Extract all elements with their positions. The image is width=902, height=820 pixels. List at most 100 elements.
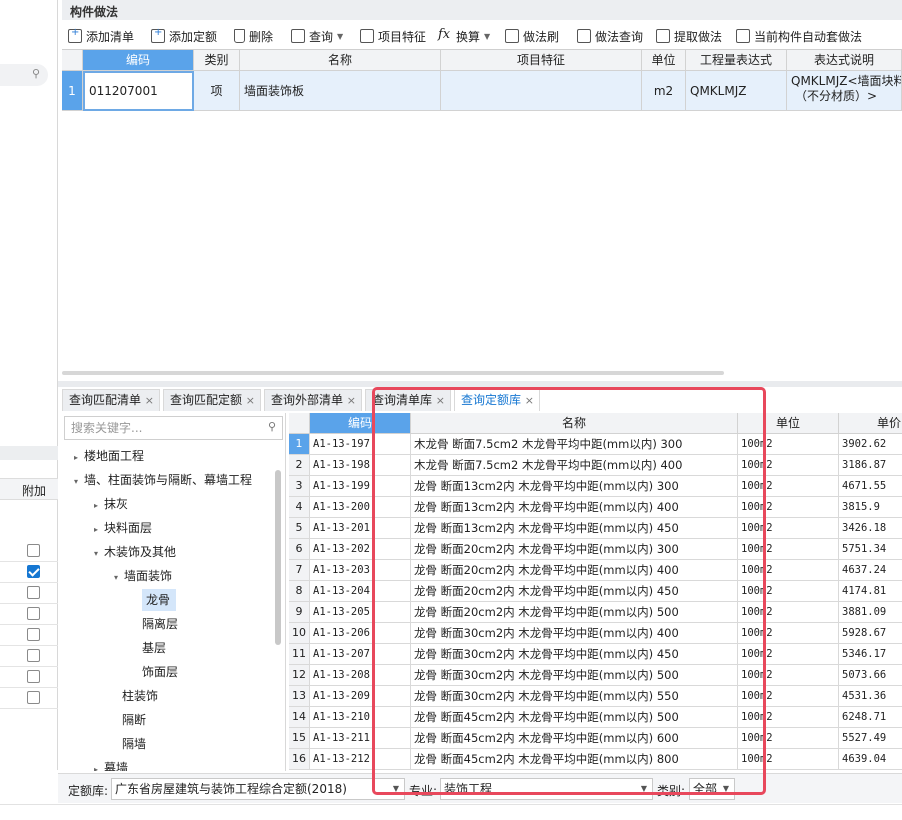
code-cell[interactable]: A1-13-208	[310, 665, 374, 686]
table-row[interactable]: 15 A1-13-211 龙骨 断面45cm2内 木龙骨平均中距(mm以内) 600…	[289, 728, 902, 749]
price-cell[interactable]: 3186.87	[839, 455, 902, 476]
column-header-unit[interactable]: 单位	[738, 413, 839, 434]
name-cell[interactable]: 木龙骨 断面7.5cm2 木龙骨平均中距(mm以内) 300	[411, 434, 738, 455]
blank-cell[interactable]	[374, 749, 411, 770]
price-cell[interactable]: 4174.81	[839, 581, 902, 602]
attach-checkbox[interactable]	[27, 670, 40, 683]
horizontal-scrollbar[interactable]	[62, 371, 724, 375]
row-number[interactable]: 10	[289, 623, 310, 644]
table-row[interactable]: 10 A1-13-206 龙骨 断面30cm2内 木龙骨平均中距(mm以内) 400…	[289, 623, 902, 644]
name-cell[interactable]: 龙骨 断面30cm2内 木龙骨平均中距(mm以内) 500	[411, 665, 738, 686]
code-cell[interactable]: A1-13-204	[310, 581, 374, 602]
column-header-code[interactable]: 编码	[83, 50, 194, 71]
table-row[interactable]: 9 A1-13-205 龙骨 断面20cm2内 木龙骨平均中距(mm以内) 500 1…	[289, 602, 902, 623]
tab-query-matching-list[interactable]: 查询匹配清单 ×	[62, 389, 160, 411]
unit-cell[interactable]: 100m2	[738, 623, 839, 644]
unit-cell[interactable]: 100m2	[738, 602, 839, 623]
tree-node[interactable]: 龙骨	[142, 589, 177, 611]
table-row[interactable]: 1 A1-13-197 木龙骨 断面7.5cm2 木龙骨平均中距(mm以内) 300…	[289, 434, 902, 455]
row-number[interactable]: 9	[289, 602, 310, 623]
code-cell[interactable]: A1-13-198	[310, 455, 374, 476]
unit-cell[interactable]: m2	[642, 71, 686, 111]
tab-query-external-list[interactable]: 查询外部清单 ×	[264, 389, 362, 411]
attach-checkbox[interactable]	[27, 628, 40, 641]
tree-node[interactable]: ▸ 抹灰	[94, 493, 128, 515]
unit-cell[interactable]: 100m2	[738, 644, 839, 665]
name-cell[interactable]: 龙骨 断面20cm2内 木龙骨平均中距(mm以内) 500	[411, 602, 738, 623]
price-cell[interactable]: 3815.9	[839, 497, 902, 518]
price-cell[interactable]: 4531.36	[839, 686, 902, 707]
table-row[interactable]: 5 A1-13-201 龙骨 断面13cm2内 木龙骨平均中距(mm以内) 450 1…	[289, 518, 902, 539]
blank-cell[interactable]	[374, 581, 411, 602]
column-header-expression-desc[interactable]: 表达式说明	[787, 50, 902, 71]
category-select[interactable]: 全部 ▼	[689, 778, 735, 800]
code-cell[interactable]: A1-13-197	[310, 434, 374, 455]
row-number[interactable]: 11	[289, 644, 310, 665]
row-number[interactable]: 13	[289, 686, 310, 707]
column-header-type[interactable]: 类别	[194, 50, 240, 71]
price-cell[interactable]: 4637.24	[839, 560, 902, 581]
expression-desc-cell[interactable]: QMKLMJZ<墙面块料 （不分材质）>	[787, 71, 902, 111]
tree-node[interactable]: ▾ 墙面装饰	[114, 565, 172, 587]
name-cell[interactable]: 龙骨 断面45cm2内 木龙骨平均中距(mm以内) 500	[411, 707, 738, 728]
column-header-price[interactable]: 单价	[839, 413, 902, 434]
column-header-expression[interactable]: 工程量表达式	[686, 50, 787, 71]
column-header-unit[interactable]: 单位	[642, 50, 686, 71]
blank-cell[interactable]	[374, 623, 411, 644]
tab-query-matching-quota[interactable]: 查询匹配定额 ×	[163, 389, 261, 411]
blank-cell[interactable]	[374, 434, 411, 455]
left-search-box[interactable]: ⚲	[0, 64, 48, 86]
column-header-code[interactable]: 编码	[310, 413, 411, 434]
table-row[interactable]: 6 A1-13-202 龙骨 断面20cm2内 木龙骨平均中距(mm以内) 300 1…	[289, 539, 902, 560]
expand-arrow-icon[interactable]: ▾	[74, 471, 84, 493]
panel-splitter[interactable]	[58, 381, 902, 387]
code-cell[interactable]: A1-13-212	[310, 749, 374, 770]
blank-cell[interactable]	[374, 539, 411, 560]
row-number[interactable]: 6	[289, 539, 310, 560]
close-icon[interactable]: ×	[246, 390, 255, 411]
close-icon[interactable]: ×	[436, 390, 445, 411]
code-cell[interactable]: A1-13-206	[310, 623, 374, 644]
row-number[interactable]: 1	[289, 434, 310, 455]
blank-cell[interactable]	[374, 560, 411, 581]
code-cell[interactable]: A1-13-201	[310, 518, 374, 539]
major-select[interactable]: 装饰工程 ▼	[440, 778, 653, 800]
blank-cell[interactable]	[374, 686, 411, 707]
row-number[interactable]: 8	[289, 581, 310, 602]
name-cell[interactable]: 龙骨 断面13cm2内 木龙骨平均中距(mm以内) 300	[411, 476, 738, 497]
feature-cell[interactable]	[441, 71, 642, 111]
collapse-arrow-icon[interactable]: ▸	[94, 519, 104, 541]
name-cell[interactable]: 龙骨 断面45cm2内 木龙骨平均中距(mm以内) 600	[411, 728, 738, 749]
row-number[interactable]: 1	[62, 71, 83, 111]
quota-library-select[interactable]: 广东省房屋建筑与装饰工程综合定额(2018) ▼	[111, 778, 405, 800]
code-cell[interactable]: A1-13-211	[310, 728, 374, 749]
row-number[interactable]: 15	[289, 728, 310, 749]
expand-arrow-icon[interactable]: ▾	[114, 567, 124, 589]
attach-checkbox[interactable]	[27, 691, 40, 704]
code-cell[interactable]: A1-13-199	[310, 476, 374, 497]
price-cell[interactable]: 3902.62	[839, 434, 902, 455]
attach-checkbox[interactable]	[27, 586, 40, 599]
tree-node[interactable]: 隔断	[122, 709, 146, 731]
table-row[interactable]: 2 A1-13-198 木龙骨 断面7.5cm2 木龙骨平均中距(mm以内) 400…	[289, 455, 902, 476]
blank-cell[interactable]	[374, 455, 411, 476]
unit-cell[interactable]: 100m2	[738, 749, 839, 770]
price-cell[interactable]: 4671.55	[839, 476, 902, 497]
tab-query-list-library[interactable]: 查询清单库 ×	[365, 389, 451, 411]
unit-cell[interactable]: 100m2	[738, 497, 839, 518]
price-cell[interactable]: 3426.18	[839, 518, 902, 539]
project-feature-button[interactable]: 项目特征	[360, 27, 426, 45]
row-number[interactable]: 14	[289, 707, 310, 728]
attach-checkbox[interactable]	[27, 544, 40, 557]
row-number[interactable]: 7	[289, 560, 310, 581]
name-cell[interactable]: 龙骨 断面30cm2内 木龙骨平均中距(mm以内) 450	[411, 644, 738, 665]
unit-cell[interactable]: 100m2	[738, 455, 839, 476]
attach-checkbox[interactable]	[27, 649, 40, 662]
name-cell[interactable]: 墙面装饰板	[240, 71, 441, 111]
blank-cell[interactable]	[374, 665, 411, 686]
row-number[interactable]: 2	[289, 455, 310, 476]
convert-button[interactable]: fx 换算 ▼	[438, 27, 490, 45]
expand-arrow-icon[interactable]: ▾	[94, 543, 104, 565]
search-icon[interactable]: ⚲	[268, 420, 276, 433]
collapse-arrow-icon[interactable]: ▸	[94, 759, 104, 771]
